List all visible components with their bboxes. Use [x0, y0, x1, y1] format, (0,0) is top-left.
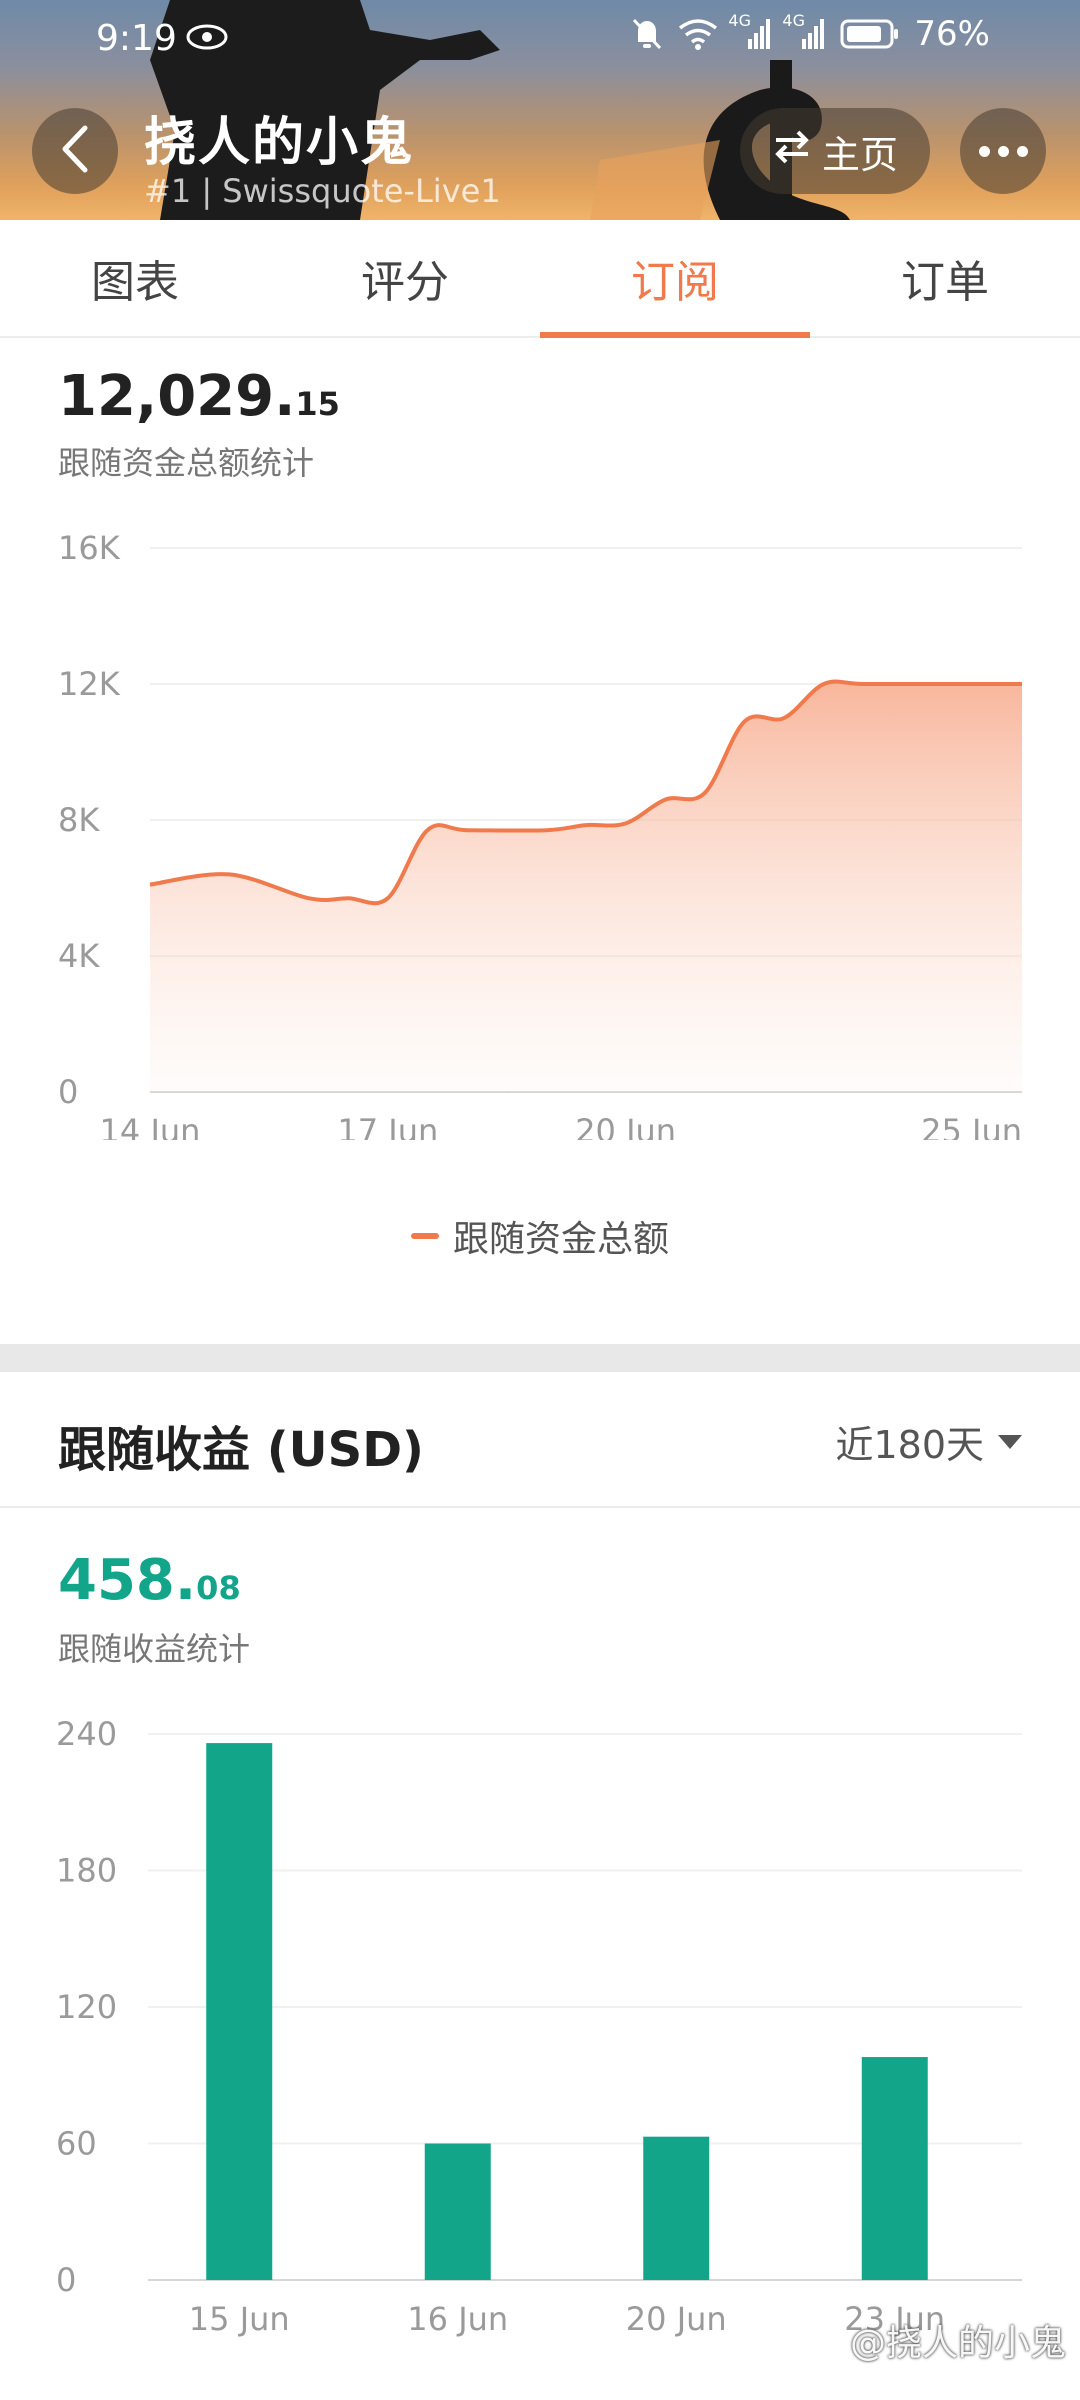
follow-profit-decimal: 08	[196, 1569, 241, 1607]
follow-funds-label: 跟随资金总额统计	[58, 444, 315, 482]
page-title: 挠人的小鬼	[144, 113, 415, 173]
signal-icon: 4G	[728, 11, 772, 51]
x-tick-label: 16 Jun	[407, 2300, 508, 2338]
x-tick-label: 20 Jun	[575, 1112, 676, 1140]
y-tick-label: 0	[56, 2261, 76, 2299]
y-tick-label: 0	[58, 1073, 78, 1111]
follow-funds-integer: 12,029.	[58, 364, 296, 429]
follow-profit-total: 458.08	[58, 1548, 241, 1613]
y-tick-label: 8K	[58, 801, 100, 839]
y-tick-label: 240	[56, 1715, 117, 1753]
bar	[424, 2143, 491, 2280]
tab-subscribe[interactable]: 订阅	[540, 220, 810, 338]
follow-profit-integer: 458.	[58, 1548, 197, 1613]
x-tick-label: 20 Jun	[626, 2300, 727, 2338]
bar	[861, 2057, 928, 2280]
chevron-left-icon	[57, 124, 93, 178]
follow-funds-decimal: 15	[295, 385, 340, 423]
status-time: 9:19	[96, 18, 177, 59]
watermark: @挠人的小鬼	[849, 2323, 1066, 2364]
account-subtitle: #1 | Swissquote-Live1	[144, 172, 501, 210]
follow-funds-total: 12,029.15	[58, 364, 340, 429]
signal-icon-2: 4G	[782, 11, 826, 51]
y-tick-label: 120	[56, 1988, 117, 2026]
tab-bar: 图表 评分 订阅 订单	[0, 220, 1080, 338]
tab-chart[interactable]: 图表	[0, 220, 270, 336]
battery-icon	[840, 18, 900, 50]
x-tick-label: 15 Jun	[189, 2300, 290, 2338]
x-tick-label: 14 Jun	[100, 1112, 201, 1140]
follow-profit-title: 跟随收益 (USD)	[58, 1422, 424, 1478]
x-tick-label: 17 Jun	[337, 1112, 438, 1140]
chart-legend: 跟随资金总额	[0, 1210, 1080, 1262]
legend-swatch	[410, 1233, 439, 1239]
y-tick-label: 16K	[58, 529, 121, 567]
divider	[0, 1506, 1080, 1508]
more-dot-icon	[997, 145, 1009, 157]
follow-funds-area-chart: 0 4K 8K 12K 16K 14 Jun 17 Jun 20 Jun 25 Jun	[58, 529, 1022, 1140]
y-tick-label: 60	[56, 2125, 97, 2163]
y-tick-label: 12K	[58, 665, 121, 703]
area-fill	[150, 681, 1022, 1092]
tab-rating[interactable]: 评分	[270, 220, 540, 336]
bar	[643, 2136, 710, 2280]
eye-icon	[186, 22, 228, 56]
bar	[206, 1743, 273, 2280]
caret-down-icon	[998, 1434, 1022, 1449]
follow-profit-label: 跟随收益统计	[58, 1630, 251, 1668]
profile-header: 9:19 4G 4G 76% 挠人的小鬼 #1 | Swissquote-Liv…	[0, 0, 1080, 220]
range-dropdown-label: 近180天	[835, 1423, 984, 1467]
swap-arrows-icon	[772, 129, 812, 174]
status-icons: 4G 4G 76%	[630, 11, 990, 54]
x-tick-label: 25 Jun	[921, 1112, 1022, 1140]
battery-percent: 76%	[914, 14, 990, 54]
wifi-icon	[678, 18, 718, 50]
back-button[interactable]	[32, 108, 118, 194]
home-button-label: 主页	[821, 132, 898, 177]
more-dot-icon	[978, 145, 990, 157]
more-options-button[interactable]	[960, 108, 1046, 194]
y-tick-label: 4K	[58, 937, 100, 975]
follow-profit-bar-chart: 06012018024015 Jun 16 Jun 20 Jun 23 Jun	[56, 1715, 1022, 2338]
range-dropdown[interactable]: 近180天	[835, 1414, 1022, 1469]
more-dot-icon	[1016, 145, 1028, 157]
section-divider	[0, 1344, 1080, 1372]
home-button[interactable]: 主页	[740, 108, 930, 194]
legend-label: 跟随资金总额	[452, 1219, 669, 1260]
y-tick-label: 180	[56, 1852, 117, 1890]
mute-bell-icon	[630, 16, 664, 52]
status-bar: 9:19 4G 4G 76%	[0, 0, 1080, 80]
tab-orders[interactable]: 订单	[810, 220, 1080, 336]
